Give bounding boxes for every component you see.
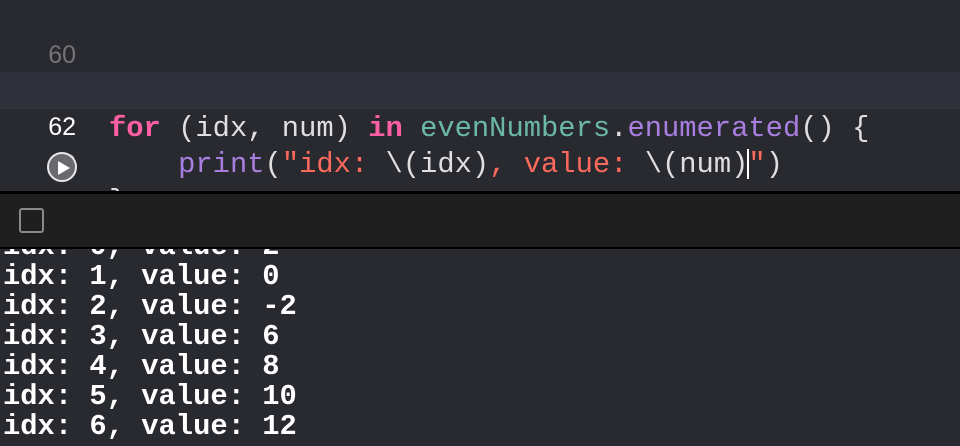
- console-line: idx: 3, value: 6: [3, 320, 280, 353]
- run-playground-button[interactable]: [47, 152, 77, 182]
- code-line-62-current[interactable]: 62 print("idx: \(idx), value: \(num)"): [0, 72, 960, 181]
- console-line: idx: 2, value: -2: [3, 290, 297, 323]
- plain-token: ): [765, 148, 783, 181]
- play-icon: [58, 161, 70, 175]
- plain-token: (: [264, 148, 282, 181]
- interpolation-token: \(num): [644, 148, 749, 181]
- console-output[interactable]: idx: 0, value: 2idx: 1, value: 0idx: 2, …: [0, 249, 960, 446]
- code-line-60[interactable]: 60: [0, 0, 960, 69]
- hide-debug-area-toggle[interactable]: [19, 208, 44, 233]
- console-line: idx: 1, value: 0: [3, 260, 280, 293]
- console-line: idx: 6, value: 12: [3, 410, 297, 443]
- code-editor[interactable]: 60 61 for (idx, num) in evenNumbers.enum…: [0, 0, 960, 218]
- string-token: "idx:: [281, 148, 386, 181]
- console-line: idx: 5, value: 10: [3, 380, 297, 413]
- console-line: idx: 4, value: 8: [3, 350, 280, 383]
- code-line-61[interactable]: 61 for (idx, num) in evenNumbers.enumera…: [0, 36, 960, 145]
- string-token: , value:: [489, 148, 645, 181]
- code-text: print("idx: \(idx), value: \(num)"): [109, 146, 783, 183]
- interpolation-token: \(idx): [385, 148, 490, 181]
- string-token: ": [748, 148, 766, 181]
- debug-toolbar: [0, 194, 960, 247]
- method-token: print: [178, 148, 265, 181]
- code-line-63[interactable]: 63 }: [0, 109, 960, 218]
